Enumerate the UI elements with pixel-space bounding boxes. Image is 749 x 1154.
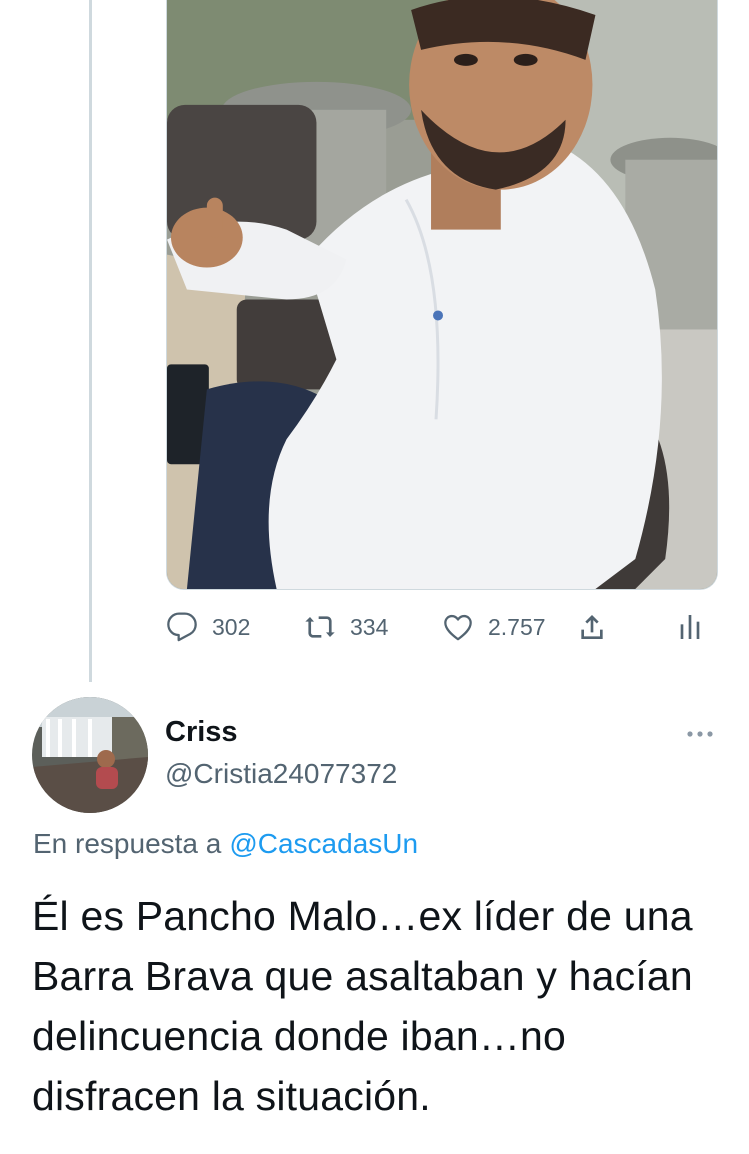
- reply-icon: [167, 612, 197, 642]
- like-button[interactable]: 2.757: [442, 604, 546, 650]
- reply-text: Él es Pancho Malo…ex líder de una Barra …: [32, 893, 693, 1119]
- avatar-image: [32, 697, 148, 813]
- avatar[interactable]: [32, 697, 148, 813]
- share-button[interactable]: [576, 604, 608, 650]
- reply-context: En respuesta a @CascadasUn: [33, 828, 418, 860]
- analytics-button[interactable]: [674, 604, 706, 650]
- thread-line: [89, 0, 92, 682]
- tweet-action-bar: 302 334 2.757: [166, 604, 718, 650]
- share-icon: [581, 615, 603, 639]
- reply-mention-link[interactable]: @CascadasUn: [229, 828, 418, 859]
- analytics-icon: [680, 615, 700, 639]
- retweet-count: 334: [350, 613, 389, 640]
- display-name[interactable]: Criss: [165, 716, 238, 749]
- user-handle[interactable]: @Cristia24077372: [165, 758, 397, 790]
- reply-button[interactable]: 302: [166, 604, 250, 650]
- tweet-photo[interactable]: [166, 0, 718, 590]
- like-count: 2.757: [488, 613, 546, 640]
- heart-icon: [444, 614, 472, 641]
- more-options-icon[interactable]: [684, 722, 716, 746]
- photo-illustration: [167, 0, 717, 589]
- reply-context-prefix: En respuesta a: [33, 828, 222, 859]
- retweet-button[interactable]: 334: [304, 604, 388, 650]
- reply-count: 302: [212, 613, 251, 640]
- retweet-icon: [305, 616, 335, 638]
